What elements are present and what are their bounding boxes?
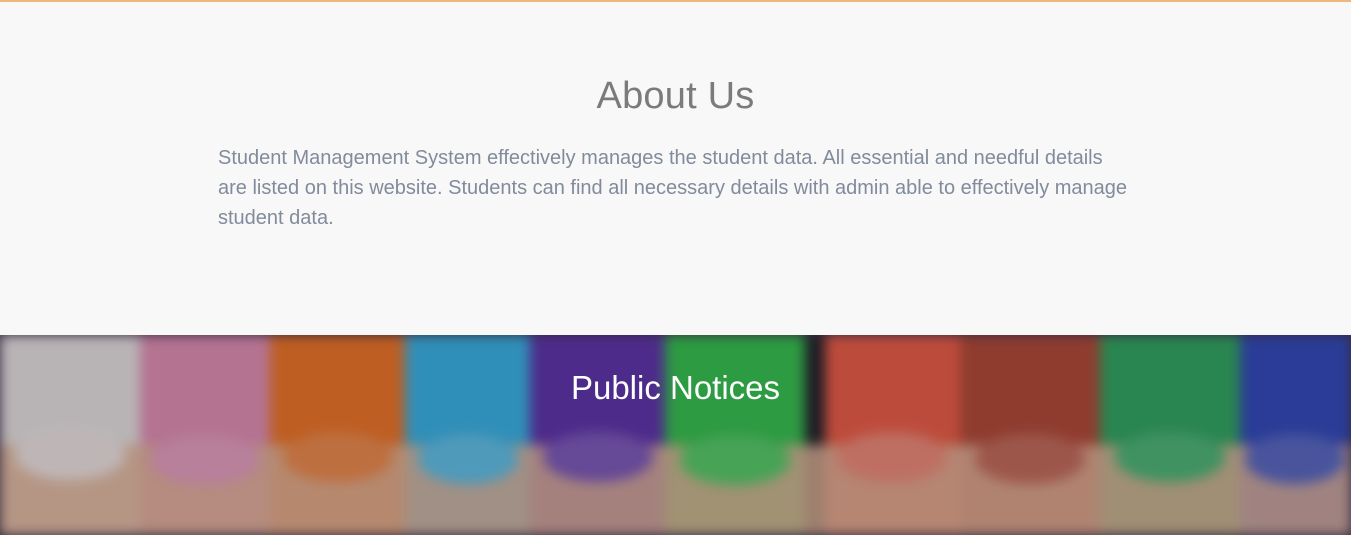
background-dim-overlay bbox=[0, 335, 1351, 535]
public-notices-section: Public Notices bbox=[0, 335, 1351, 535]
about-us-heading: About Us bbox=[596, 75, 755, 117]
about-us-section: About Us Student Management System effec… bbox=[0, 2, 1351, 335]
public-notices-heading: Public Notices bbox=[570, 369, 781, 406]
about-us-description: Student Management System effectively ma… bbox=[218, 147, 1128, 229]
